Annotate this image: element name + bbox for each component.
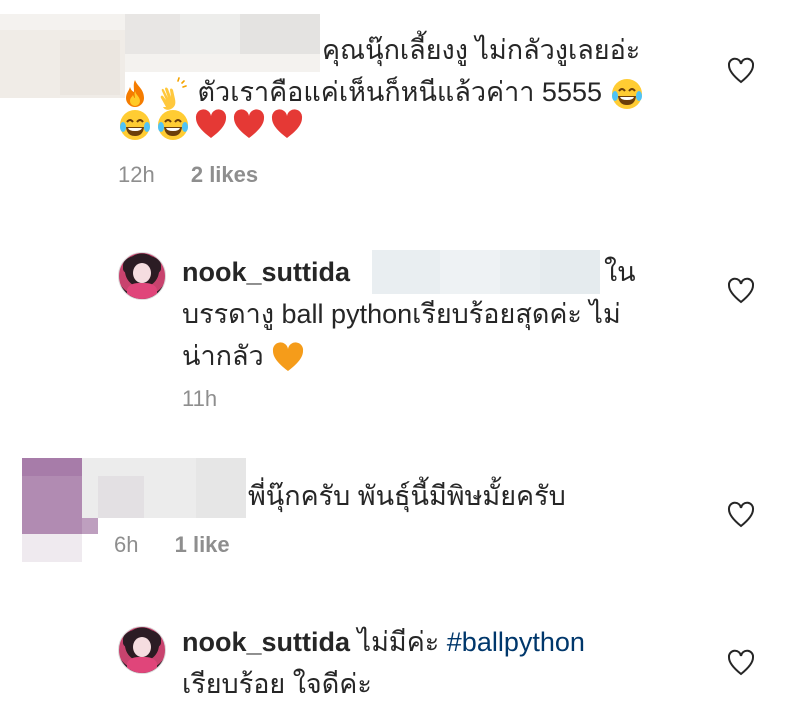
comment-time: 6h (114, 532, 139, 557)
comment-username[interactable]: nook_suttida (182, 627, 350, 657)
comment-text-line1: nook_suttida ไม่มีค่ะ #ballpython (182, 622, 585, 662)
comment-time: 11h (182, 386, 218, 411)
fire-emoji (118, 77, 152, 111)
like-heart-icon[interactable] (726, 648, 756, 678)
comment-text-line2: ตัวเราคือแค่เห็นก็หนีแล้วค่าา 5555 (118, 72, 644, 112)
comment-meta: 12h 2 likes (118, 162, 258, 188)
comment-meta: 11h (182, 386, 217, 412)
comment-emoji-line3 (118, 108, 304, 142)
comment-username[interactable]: nook_suttida (182, 252, 350, 292)
red-heart-emoji (270, 108, 304, 142)
avatar[interactable] (118, 626, 166, 674)
comment-text-line2: เรียบร้อย ใจดีค่ะ (182, 669, 372, 699)
like-heart-icon[interactable] (726, 56, 756, 86)
comment-text-line3-words: น่ากลัว (182, 341, 264, 371)
clapping-hands-emoji (156, 77, 190, 111)
tears-of-joy-emoji (610, 77, 644, 111)
avatar[interactable] (118, 252, 166, 300)
tears-of-joy-emoji (118, 108, 152, 142)
comment-text-line2: บรรดางู ball pythonเรียบร้อยสุดค่ะ ไม่ (182, 299, 621, 329)
orange-heart-emoji (271, 341, 305, 375)
comment-time: 12h (118, 162, 155, 187)
comment-text-line1: คุณนุ๊กเลี้ยงงู ไม่กลัวงูเลยอ่ะ (322, 35, 641, 65)
comment-text-line1-words: ไม่มีค่ะ (357, 627, 447, 657)
like-heart-icon[interactable] (726, 500, 756, 530)
comment-meta: 6h 1 like (114, 532, 230, 558)
comment-likes[interactable]: 2 likes (191, 162, 258, 187)
like-heart-icon[interactable] (726, 276, 756, 306)
tears-of-joy-emoji (156, 108, 190, 142)
comment-text-line2-words: ตัวเราคือแค่เห็นก็หนีแล้วค่าา 5555 (197, 77, 602, 107)
comment-likes[interactable]: 1 like (175, 532, 230, 557)
hashtag-link[interactable]: #ballpython (447, 627, 585, 657)
red-heart-emoji (194, 108, 228, 142)
comment-text-line1: ใน (604, 257, 636, 287)
emoji-group-lead (118, 77, 190, 111)
red-heart-emoji (232, 108, 266, 142)
comment-text-line1: พี่นุ๊กครับ พันธุ์นี้มีพิษมั้ยครับ (248, 481, 566, 511)
comment-text-line3: น่ากลัว (182, 336, 305, 376)
